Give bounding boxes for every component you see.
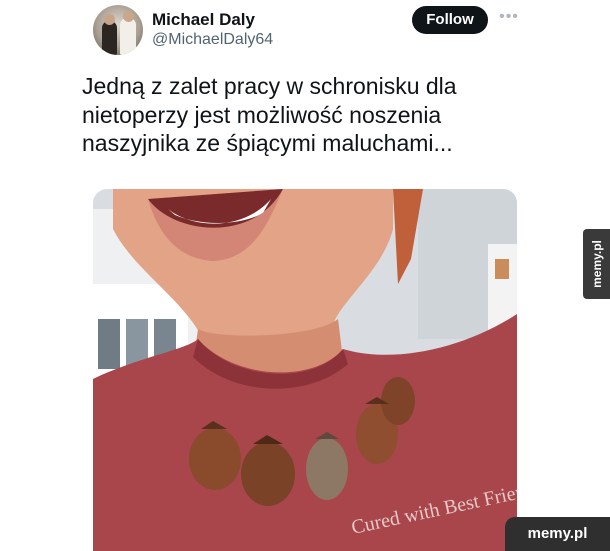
avatar-figure-right [120, 18, 136, 55]
photo-illustration: Cured with Best Friends [93, 189, 517, 551]
follow-button[interactable]: Follow [412, 6, 488, 34]
side-watermark: memy.pl [583, 229, 610, 299]
author-handle[interactable]: @MichaelDaly64 [152, 31, 273, 49]
corner-watermark: memy.pl [505, 517, 610, 551]
tweet-photo[interactable]: Cured with Best Friends [93, 189, 517, 551]
tweet-text: Jedną z zalet pracy w schronisku dla nie… [82, 73, 457, 156]
avatar[interactable] [93, 5, 143, 55]
more-horizontal-icon[interactable]: ••• [497, 8, 521, 28]
author-display-name[interactable]: Michael Daly [152, 10, 255, 30]
avatar-head-left [104, 14, 115, 25]
avatar-figure-left [102, 21, 117, 55]
side-watermark-text: memy.pl [589, 240, 604, 288]
avatar-head-right [123, 11, 134, 22]
